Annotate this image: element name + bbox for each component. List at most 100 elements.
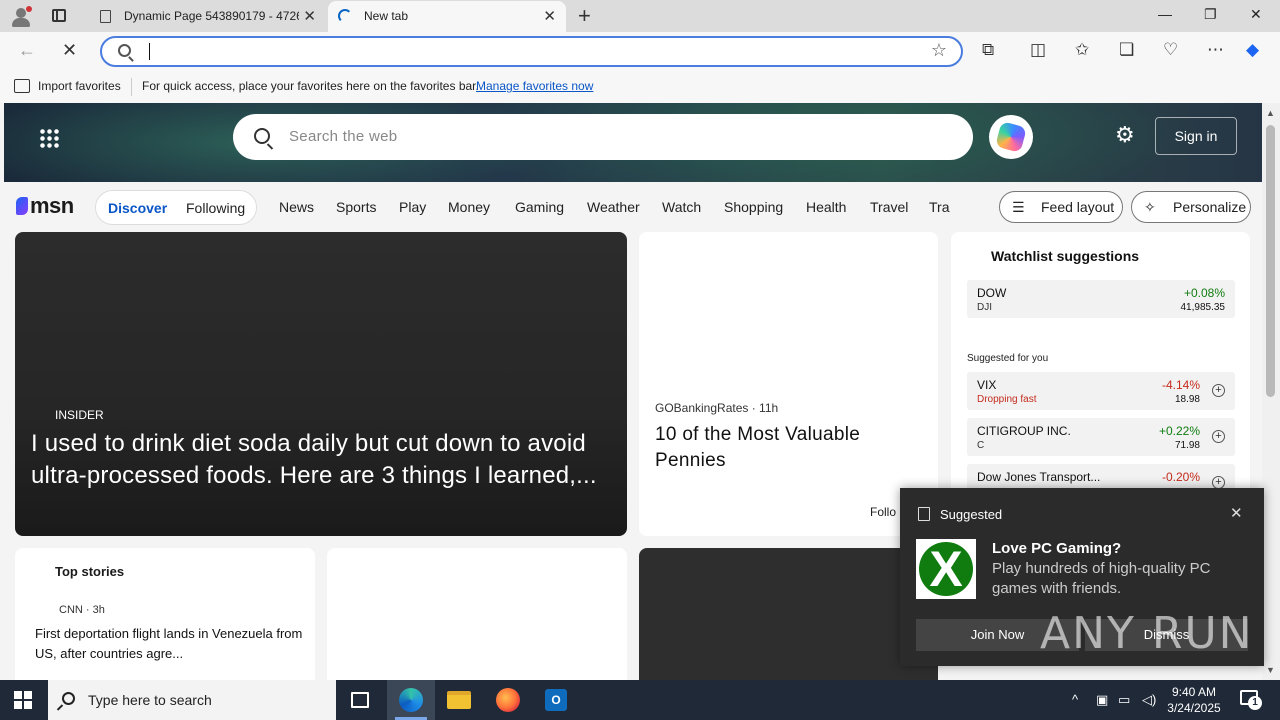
nav-news[interactable]: News bbox=[279, 199, 314, 215]
stock-change: +0.22% bbox=[1158, 424, 1200, 438]
stock-symbol: DJI bbox=[977, 302, 992, 313]
folder-icon bbox=[447, 691, 471, 709]
new-tab-button[interactable]: + bbox=[578, 3, 591, 29]
volume-icon[interactable]: ◁) bbox=[1142, 692, 1156, 708]
nav-play[interactable]: Play bbox=[399, 199, 426, 215]
taskbar-search[interactable]: Type here to search bbox=[48, 680, 336, 720]
add-to-watchlist-icon[interactable]: + bbox=[1212, 384, 1225, 397]
nav-watch[interactable]: Watch bbox=[662, 199, 701, 215]
tab-following[interactable]: Following bbox=[186, 200, 245, 216]
scroll-up-icon[interactable]: ▲ bbox=[1266, 108, 1275, 118]
msn-logo-text: msn bbox=[30, 193, 74, 218]
web-search-box[interactable]: Search the web bbox=[233, 114, 973, 160]
nav-shopping[interactable]: Shopping bbox=[724, 199, 783, 215]
close-notification-icon[interactable]: ✕ bbox=[1230, 504, 1243, 522]
split-screen-icon[interactable]: ◫ bbox=[1030, 40, 1046, 60]
page-scrollbar[interactable]: ▲ ▼ bbox=[1262, 103, 1280, 680]
nav-traffic[interactable]: Tra bbox=[929, 199, 949, 215]
stock-row[interactable]: VIX Dropping fast -4.14% 18.98 + bbox=[967, 372, 1235, 410]
stock-row[interactable]: DOW DJI +0.08% 41,985.35 bbox=[967, 280, 1235, 318]
close-tab-icon[interactable]: ✕ bbox=[303, 7, 316, 25]
stock-row[interactable]: CITIGROUP INC. C +0.22% 71.98 + bbox=[967, 418, 1235, 456]
task-view-button[interactable] bbox=[336, 680, 384, 720]
dismiss-button[interactable]: Dismiss bbox=[1085, 619, 1248, 651]
personalize-button[interactable]: ✧ Personalize bbox=[1131, 191, 1251, 223]
device-icon[interactable]: ▣ bbox=[1096, 692, 1108, 708]
add-to-watchlist-icon[interactable]: + bbox=[1212, 430, 1225, 443]
notification-count: 1 bbox=[1248, 696, 1262, 710]
stock-name: Dow Jones Transport... bbox=[977, 470, 1101, 484]
stock-symbol: C bbox=[977, 440, 985, 451]
favorites-icon[interactable]: ✩ bbox=[1075, 40, 1089, 60]
import-favorites-button[interactable]: Import favorites bbox=[38, 79, 121, 93]
copilot-icon bbox=[995, 121, 1027, 153]
article-headline[interactable]: I used to drink diet soda daily but cut … bbox=[31, 428, 616, 492]
nav-sports[interactable]: Sports bbox=[336, 199, 376, 215]
more-options-icon[interactable]: ⋯ bbox=[1207, 40, 1224, 60]
tab-title: Dynamic Page 543890179 - 47260 bbox=[124, 9, 299, 23]
stop-loading-icon[interactable]: ✕ bbox=[62, 40, 77, 61]
taskbar-firefox[interactable] bbox=[484, 680, 532, 720]
show-hidden-icons[interactable]: ^ bbox=[1072, 692, 1078, 707]
back-icon[interactable]: ← bbox=[18, 40, 36, 61]
follow-button[interactable]: Follo bbox=[870, 505, 896, 519]
favorites-bar: Import favorites For quick access, place… bbox=[0, 71, 1280, 103]
tab-actions-icon[interactable] bbox=[52, 9, 66, 22]
task-view-icon bbox=[351, 692, 369, 708]
copilot-button[interactable] bbox=[989, 115, 1033, 159]
profile-icon[interactable] bbox=[10, 6, 32, 28]
firefox-icon bbox=[496, 688, 520, 712]
taskbar-file-explorer[interactable] bbox=[435, 680, 483, 720]
notification-center-icon[interactable]: 1 bbox=[1240, 690, 1262, 710]
address-bar[interactable]: ☆ bbox=[100, 36, 963, 67]
join-now-button[interactable]: Join Now bbox=[916, 619, 1079, 651]
network-icon[interactable]: ▭ bbox=[1118, 692, 1130, 708]
article-headline[interactable]: First deportation flight lands in Venezu… bbox=[35, 624, 303, 664]
tab-new-tab[interactable]: New tab ✕ bbox=[328, 1, 566, 32]
msn-logo[interactable]: msn bbox=[16, 193, 74, 219]
article-source: GOBankingRates · 11h bbox=[655, 401, 779, 415]
collections-icon[interactable]: ❏ bbox=[1119, 40, 1134, 60]
close-window-icon[interactable]: ✕ bbox=[1250, 6, 1262, 23]
article-card-dark[interactable] bbox=[639, 548, 938, 680]
settings-gear-icon[interactable]: ⚙ bbox=[1115, 122, 1135, 148]
nav-travel[interactable]: Travel bbox=[870, 199, 908, 215]
hero-article-card[interactable]: INSIDER I used to drink diet soda daily … bbox=[15, 232, 627, 536]
start-button[interactable] bbox=[14, 691, 32, 709]
favorite-star-icon[interactable]: ☆ bbox=[931, 40, 947, 61]
article-headline[interactable]: 10 of the Most Valuable Pennies bbox=[655, 422, 925, 474]
browser-essentials-icon[interactable]: ♡ bbox=[1163, 40, 1178, 60]
import-favorites-icon bbox=[14, 79, 30, 93]
tab-strip: Dynamic Page 543890179 - 47260 ✕ New tab… bbox=[0, 0, 1280, 32]
tab-dynamic-page[interactable]: Dynamic Page 543890179 - 47260 ✕ bbox=[88, 1, 326, 32]
scroll-thumb[interactable] bbox=[1266, 125, 1275, 397]
taskbar-edge[interactable] bbox=[387, 680, 435, 720]
app-launcher-icon[interactable] bbox=[39, 128, 59, 148]
scroll-down-icon[interactable]: ▼ bbox=[1266, 665, 1275, 675]
close-tab-icon[interactable]: ✕ bbox=[543, 7, 556, 25]
stock-change: +0.08% bbox=[1183, 286, 1225, 300]
stock-name: VIX bbox=[977, 378, 997, 392]
article-card[interactable]: GOBankingRates · 11h 10 of the Most Valu… bbox=[639, 232, 938, 536]
copilot-icon[interactable]: ◆ bbox=[1246, 40, 1259, 60]
nav-money[interactable]: Money bbox=[448, 199, 490, 215]
taskbar-outlook[interactable]: O bbox=[533, 680, 581, 720]
nav-gaming[interactable]: Gaming bbox=[515, 199, 564, 215]
tab-discover[interactable]: Discover bbox=[108, 200, 167, 216]
search-placeholder: Search the web bbox=[289, 128, 398, 145]
restore-icon[interactable]: ❐ bbox=[1204, 6, 1217, 23]
sign-in-button[interactable]: Sign in bbox=[1155, 117, 1237, 155]
sparkle-icon: ✧ bbox=[1144, 199, 1156, 215]
loading-icon bbox=[338, 9, 352, 23]
watchlist-title: Watchlist suggestions bbox=[991, 248, 1140, 264]
extensions-icon[interactable]: ⧉ bbox=[982, 40, 994, 60]
page-icon bbox=[100, 10, 111, 23]
feed-layout-button[interactable]: ☰ Feed layout bbox=[999, 191, 1123, 223]
manage-favorites-link[interactable]: Manage favorites now bbox=[476, 79, 593, 93]
nav-health[interactable]: Health bbox=[806, 199, 846, 215]
clock[interactable]: 9:40 AM 3/24/2025 bbox=[1166, 684, 1222, 716]
top-stories-card: Top stories CNN · 3h First deportation f… bbox=[15, 548, 315, 680]
article-source: CNN · 3h bbox=[59, 604, 105, 616]
nav-weather[interactable]: Weather bbox=[587, 199, 640, 215]
minimize-icon[interactable]: — bbox=[1158, 6, 1172, 22]
